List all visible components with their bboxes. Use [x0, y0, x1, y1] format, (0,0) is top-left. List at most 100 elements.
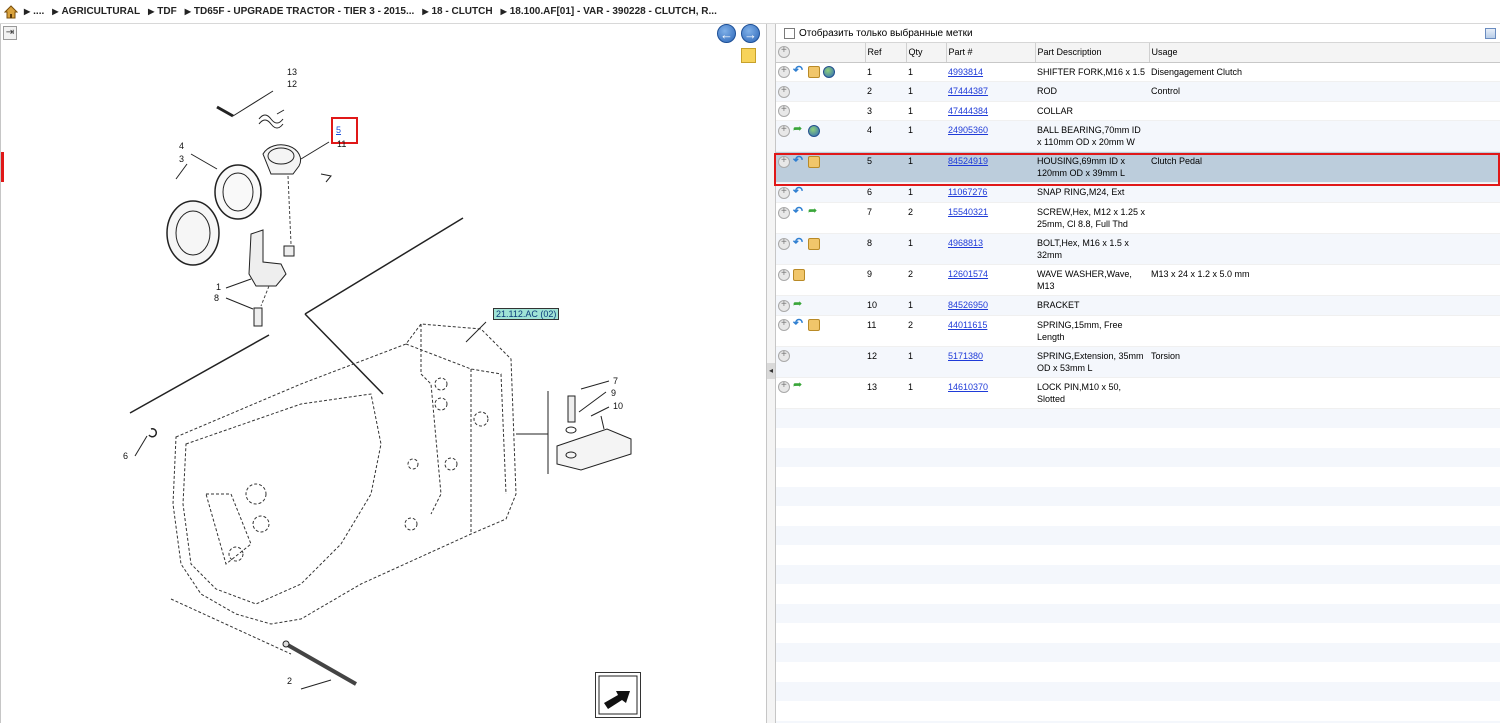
- cell-description: COLLAR: [1037, 105, 1074, 116]
- table-row[interactable]: 10184526950 BRACKET: [776, 295, 1500, 316]
- package-icon[interactable]: [793, 268, 805, 281]
- collapse-arrow-icon[interactable]: ◂: [767, 363, 775, 379]
- forward-arrow-icon[interactable]: [793, 123, 805, 137]
- table-row[interactable]: 11 2 44011615 SPRING,15mm, Free Length: [776, 315, 1500, 347]
- ref-label[interactable]: 1: [216, 282, 221, 292]
- next-section-icon[interactable]: [595, 672, 641, 718]
- add-icon[interactable]: [778, 186, 790, 199]
- breadcrumb-item[interactable]: ▶....: [24, 6, 44, 17]
- add-icon[interactable]: [778, 85, 790, 98]
- table-row[interactable]: 13 1 14610370 LOCK PIN,M10 x 50, Slotted: [776, 377, 1500, 409]
- add-icon[interactable]: [778, 268, 790, 281]
- ref-label[interactable]: 12: [287, 79, 297, 89]
- add-icon[interactable]: [778, 124, 790, 137]
- part-number-link[interactable]: 47444384: [948, 106, 988, 116]
- table-row[interactable]: 2147444387 RODControl: [776, 81, 1500, 102]
- back-arrow-icon[interactable]: [793, 205, 805, 219]
- breadcrumb-item[interactable]: ▶ 18.100.AF[01] - VAR - 390228 - CLUTCH, …: [501, 6, 717, 17]
- breadcrumb-item[interactable]: ▶ AGRICULTURAL: [52, 6, 140, 17]
- cell-ref: 12: [865, 346, 906, 378]
- package-icon[interactable]: [808, 237, 820, 250]
- ref-label[interactable]: 11: [337, 139, 346, 149]
- ref-label[interactable]: 8: [214, 293, 219, 303]
- column-header-qty[interactable]: Qty: [906, 43, 947, 63]
- part-number-link[interactable]: 47444387: [948, 86, 988, 96]
- add-icon[interactable]: [778, 318, 790, 332]
- add-icon[interactable]: [778, 65, 790, 79]
- table-row[interactable]: 814968813 BOLT,Hex, M16 x 1.5 x 32mm: [776, 233, 1500, 265]
- table-row[interactable]: 6111067276 SNAP RING,M24, Ext: [776, 182, 1500, 203]
- ref-label[interactable]: 7: [613, 376, 618, 386]
- part-number-link[interactable]: 44011615: [948, 320, 987, 330]
- cell-qty: 1: [906, 295, 946, 316]
- show-selected-checkbox[interactable]: [784, 27, 795, 39]
- reference-link-label[interactable]: 21.112.AC (02): [493, 308, 560, 320]
- column-header-icons[interactable]: [776, 43, 866, 63]
- back-arrow-icon[interactable]: [793, 185, 805, 199]
- ref-label[interactable]: 2: [287, 676, 292, 686]
- table-row[interactable]: 5184524919 HOUSING,69mm ID x 120mm OD x 3…: [776, 151, 1500, 183]
- ref-label[interactable]: 13: [287, 67, 297, 77]
- add-icon[interactable]: [778, 104, 790, 118]
- part-number-link[interactable]: 84526950: [948, 300, 988, 310]
- ref-label[interactable]: 6: [123, 451, 128, 461]
- part-number-link[interactable]: 4993814: [948, 67, 983, 77]
- forward-arrow-icon[interactable]: [808, 205, 820, 219]
- breadcrumb-item[interactable]: ▶ TDF: [148, 6, 177, 17]
- add-icon[interactable]: [778, 237, 790, 250]
- part-number-link[interactable]: 24905360: [948, 125, 988, 135]
- table-row[interactable]: 9 2 12601574 WAVE WASHER,Wave, M13 M13 x 24 …: [776, 265, 1500, 296]
- cell-qty: 1: [906, 182, 946, 203]
- add-icon[interactable]: [778, 349, 790, 363]
- ref-label[interactable]: 10: [613, 401, 623, 411]
- part-number-link[interactable]: 11067276: [948, 187, 987, 197]
- part-number-link[interactable]: 5171380: [948, 351, 983, 361]
- back-arrow-icon[interactable]: [793, 64, 805, 78]
- column-header-part[interactable]: Part #: [946, 43, 1036, 63]
- forward-arrow-icon[interactable]: [793, 379, 805, 393]
- home-icon[interactable]: [3, 4, 19, 19]
- empty-row: [776, 486, 1500, 507]
- back-arrow-icon[interactable]: [793, 154, 805, 168]
- table-menu-icon[interactable]: [1485, 28, 1496, 39]
- cell-qty: 1: [908, 66, 914, 77]
- part-number-link[interactable]: 12601574: [948, 269, 988, 279]
- column-header-description[interactable]: Part Description: [1035, 43, 1150, 63]
- pane-splitter[interactable]: ◂: [767, 24, 775, 723]
- globe-icon[interactable]: [823, 66, 835, 79]
- part-number-link[interactable]: 14610370: [948, 382, 988, 392]
- breadcrumb-item[interactable]: ▶ TD65F - UPGRADE TRACTOR - TIER 3 - 2015…: [185, 6, 415, 17]
- highlighted-ref-label[interactable]: 5: [336, 125, 341, 135]
- table-row[interactable]: 7 2 15540321 SCREW,Hex, M12 x 1.25 x 25mm, …: [776, 203, 1500, 234]
- ref-label[interactable]: 4: [179, 141, 184, 151]
- column-header-ref[interactable]: Ref: [865, 43, 907, 63]
- package-icon[interactable]: [808, 319, 820, 332]
- package-icon[interactable]: [808, 66, 820, 79]
- add-icon[interactable]: [778, 299, 790, 312]
- part-number-link[interactable]: 4968813: [948, 238, 983, 248]
- part-number-link[interactable]: 84524919: [948, 156, 988, 166]
- add-icon[interactable]: [778, 206, 790, 219]
- table-row[interactable]: 1 1 4993814 SHIFTER FORK,M16 x 1.5 Disengage…: [776, 62, 1500, 82]
- forward-arrow-icon[interactable]: [793, 298, 805, 312]
- back-arrow-icon[interactable]: [793, 317, 805, 331]
- cell-description: SPRING,15mm, Free Length: [1037, 319, 1123, 342]
- globe-icon[interactable]: [808, 125, 820, 137]
- add-all-icon[interactable]: [778, 45, 790, 59]
- add-icon[interactable]: [778, 155, 790, 168]
- ref-label[interactable]: 9: [611, 388, 616, 398]
- ref-label[interactable]: 3: [179, 154, 184, 164]
- part-number-link[interactable]: 15540321: [948, 207, 988, 217]
- table-row[interactable]: 1215171380 SPRING,Extension, 35mm OD x 53…: [776, 346, 1500, 378]
- breadcrumb-item[interactable]: ▶ 18 - CLUTCH: [422, 6, 492, 17]
- empty-row: [776, 545, 1500, 565]
- back-arrow-icon[interactable]: [793, 236, 805, 250]
- show-selected-label[interactable]: Отобразить только выбранные метки: [799, 28, 973, 39]
- column-header-usage[interactable]: Usage: [1149, 43, 1500, 63]
- exploded-diagram[interactable]: [1, 24, 768, 723]
- table-row[interactable]: 3 1 47444384 COLLAR: [776, 101, 1500, 121]
- cell-usage: Disengagement Clutch: [1151, 66, 1243, 77]
- table-row[interactable]: 4124905360 BALL BEARING,70mm ID x 110mm O…: [776, 120, 1500, 152]
- package-icon[interactable]: [808, 156, 820, 168]
- add-icon[interactable]: [778, 380, 790, 394]
